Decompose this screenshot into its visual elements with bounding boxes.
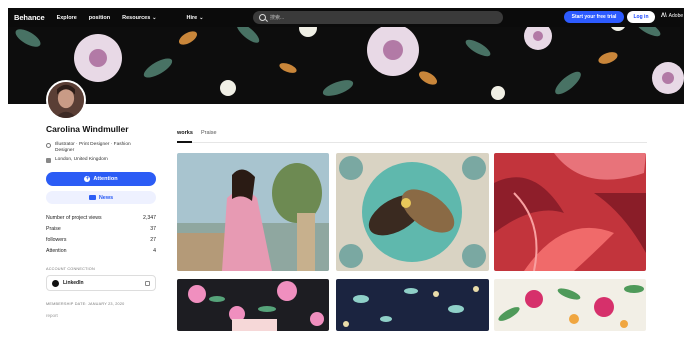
linkedin-connection[interactable]: LinkedIn <box>46 275 156 291</box>
location-row: London, United Kingdom <box>46 157 108 163</box>
stat-label: Attention <box>46 248 67 254</box>
nav-explore[interactable]: Explore <box>57 15 77 21</box>
plus-icon: + <box>84 176 91 182</box>
report-link[interactable]: report <box>46 313 58 318</box>
attention-label: Attention <box>93 176 118 182</box>
project-tile[interactable] <box>494 153 646 271</box>
tab-praise[interactable]: Praise <box>201 130 217 136</box>
attention-button[interactable]: + Attention <box>46 172 156 186</box>
nav-hire-label: Hire <box>186 14 198 21</box>
top-navigation: Behance Explore position Resources ⌄ Hire… <box>8 8 683 27</box>
project-thumbnail-woman-pink-suit <box>177 153 329 271</box>
linkedin-label: LinkedIn <box>63 280 84 286</box>
login-button[interactable]: Log in <box>627 11 655 23</box>
start-free-trial-button[interactable]: Start your free trial <box>564 11 624 23</box>
membership-date: MEMBERSHIP DATE: JANUARY 23, 2020 <box>46 302 125 306</box>
behance-logo[interactable]: Behance <box>14 13 45 22</box>
stat-project-views: Number of project views 2,347 <box>46 215 156 221</box>
news-label: News <box>98 194 114 201</box>
stat-label: Number of project views <box>46 215 102 221</box>
stat-value: 37 <box>150 226 156 232</box>
external-link-icon <box>145 280 150 286</box>
news-button[interactable]: News <box>46 191 156 204</box>
stat-value: 2,347 <box>143 215 156 221</box>
occupation-row: Illustrator · Print Designer · Fashion D… <box>46 142 146 154</box>
location-icon <box>46 158 51 163</box>
nav-resources-label: Resources <box>122 14 151 21</box>
avatar[interactable] <box>46 80 86 120</box>
stat-followers[interactable]: followers 27 <box>46 237 156 243</box>
linkedin-icon <box>52 279 59 287</box>
envelope-icon <box>88 195 96 200</box>
nav-hire[interactable]: Hire ⌄ <box>187 15 204 21</box>
active-tab-indicator <box>177 141 192 143</box>
location-text: London, United Kingdom <box>55 157 108 162</box>
project-tile[interactable] <box>336 279 489 331</box>
project-tile[interactable] <box>177 279 329 331</box>
adobe-link[interactable]: Λ\ Adobe <box>661 13 683 19</box>
stat-attention[interactable]: Attention 4 <box>46 248 156 254</box>
chevron-down-icon: ⌄ <box>152 14 157 21</box>
project-thumbnail-red-leaves <box>494 153 646 271</box>
stat-value: 4 <box>153 248 156 254</box>
search-input[interactable]: 搜索... <box>253 11 503 24</box>
tab-divider <box>177 142 647 143</box>
stat-praise: Praise 37 <box>46 226 156 232</box>
chevron-down-icon: ⌄ <box>199 14 204 21</box>
project-tile[interactable] <box>494 279 646 331</box>
occupation-icon <box>46 143 51 148</box>
nav-position[interactable]: position <box>89 15 110 21</box>
stat-value: 27 <box>150 237 156 243</box>
search-placeholder: 搜索... <box>270 15 285 21</box>
occupation-text: Illustrator · Print Designer · Fashion D… <box>55 142 131 153</box>
adobe-logo-icon: Λ\ <box>661 13 667 19</box>
search-icon <box>259 14 266 21</box>
project-thumbnail-pink-floral <box>177 279 329 331</box>
nav-resources[interactable]: Resources ⌄ <box>122 15 156 21</box>
project-tile[interactable] <box>177 153 329 271</box>
project-thumbnail-tropical-floral <box>494 279 646 331</box>
tab-works[interactable]: works <box>177 130 193 136</box>
avatar-portrait <box>48 82 84 118</box>
project-thumbnail-navy-butterflies <box>336 279 489 331</box>
project-tile[interactable] <box>336 153 489 271</box>
project-thumbnail-shoes-tile <box>336 153 489 271</box>
stat-label: followers <box>46 237 67 243</box>
adobe-label: Adobe <box>668 13 684 19</box>
profile-name: Carolina Windmuller <box>46 124 129 134</box>
stat-label: Praise <box>46 226 61 232</box>
account-connection-heading: ACCOUNT CONNECTION <box>46 267 95 271</box>
